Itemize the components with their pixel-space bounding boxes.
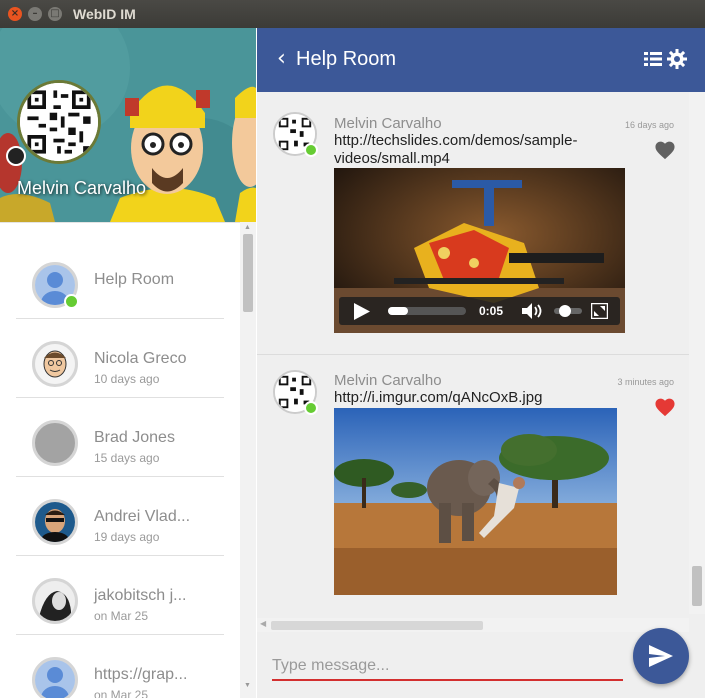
video-player[interactable]: 0:05: [334, 168, 625, 333]
sender-name: Melvin Carvalho: [334, 115, 442, 132]
contact-name: Andrei Vlad...: [94, 508, 191, 525]
profile-header: Melvin Carvalho: [0, 28, 256, 222]
scroll-up-arrow-icon[interactable]: ▲: [244, 224, 251, 231]
contact-avatar: [32, 420, 78, 466]
scroll-left-arrow-icon[interactable]: ◀: [260, 619, 266, 628]
online-indicator: [304, 401, 318, 415]
contact-item-jakobitsch[interactable]: jakobitsch j... on Mar 25: [16, 556, 224, 635]
send-button[interactable]: [633, 628, 689, 684]
nicola-photo: [35, 344, 75, 384]
horizontal-scrollbar[interactable]: ◀: [257, 618, 689, 632]
online-indicator: [64, 294, 79, 309]
window-titlebar: × – □ WebID IM: [0, 0, 705, 28]
qr-code-icon: [20, 83, 98, 161]
contact-time: 10 days ago: [94, 372, 160, 386]
video-progress-fill: [388, 307, 408, 315]
sender-name: Melvin Carvalho: [334, 372, 442, 389]
contact-time: 19 days ago: [94, 530, 160, 544]
fullscreen-icon[interactable]: [591, 303, 608, 319]
heart-icon[interactable]: [654, 397, 676, 417]
contact-avatar: [32, 657, 78, 698]
scrollbar-thumb[interactable]: [243, 234, 253, 312]
contact-name: jakobitsch j...: [94, 587, 187, 604]
contact-avatar: [32, 499, 78, 545]
play-icon[interactable]: [354, 303, 370, 320]
contact-item-help-room[interactable]: Help Room: [16, 240, 224, 319]
heart-icon[interactable]: [654, 140, 676, 160]
contact-time: on Mar 25: [94, 609, 149, 623]
scrollbar-thumb[interactable]: [692, 566, 702, 606]
message-composer: [257, 628, 705, 698]
close-window-button[interactable]: ×: [8, 7, 22, 21]
message-link[interactable]: http://techslides.com/demos/sample-video…: [334, 132, 604, 168]
message-image[interactable]: [334, 408, 617, 595]
scrollbar-thumb[interactable]: [271, 621, 483, 630]
contact-item-brad-jones[interactable]: Brad Jones 15 days ago: [16, 398, 224, 477]
contact-time: on Mar 25: [94, 688, 149, 698]
person-placeholder-icon: [35, 660, 75, 698]
message-list: Melvin Carvalho 16 days ago http://techs…: [257, 92, 689, 614]
contact-name: Brad Jones: [94, 429, 175, 446]
sidebar: Melvin Carvalho Help Room Nicola Greco 1…: [0, 28, 256, 698]
profile-status-indicator: [6, 146, 26, 166]
contact-avatar: [32, 578, 78, 624]
message-input[interactable]: [272, 653, 623, 681]
contact-list: Help Room Nicola Greco 10 days ago Brad …: [0, 222, 240, 698]
profile-qr-avatar[interactable]: [17, 80, 101, 164]
message-link[interactable]: http://i.imgur.com/qANcOxB.jpg: [334, 389, 604, 407]
contact-name: Help Room: [94, 271, 175, 288]
volume-icon[interactable]: [522, 303, 544, 319]
contact-list-scrollbar[interactable]: ▲ ▼: [240, 222, 256, 698]
profile-name: Melvin Carvalho: [17, 178, 147, 198]
minimize-window-button[interactable]: –: [28, 7, 42, 21]
contact-avatar: [32, 341, 78, 387]
maximize-window-button[interactable]: □: [48, 7, 62, 21]
send-icon: [649, 645, 673, 667]
gear-icon[interactable]: [667, 49, 687, 69]
volume-slider-knob[interactable]: [558, 305, 571, 317]
jakobitsch-photo: [35, 581, 75, 621]
list-icon[interactable]: [644, 51, 662, 67]
chat-panel: ‹ Help Room Melvin Carvalho 16 days ago …: [257, 28, 705, 698]
elephant-photo: [334, 408, 617, 595]
window-title: WebID IM: [73, 6, 136, 22]
online-indicator: [304, 143, 318, 157]
contact-name: https://grap...: [94, 666, 188, 683]
room-title: Help Room: [296, 48, 397, 70]
contact-time: 15 days ago: [94, 451, 160, 465]
message-list-scrollbar[interactable]: [689, 92, 705, 614]
contact-item-andrei-vlad[interactable]: Andrei Vlad... 19 days ago: [16, 477, 224, 556]
contact-name: Nicola Greco: [94, 350, 187, 367]
message-item: Melvin Carvalho 16 days ago http://techs…: [257, 92, 689, 354]
video-controls: 0:05: [339, 297, 620, 325]
contact-item-nicola-greco[interactable]: Nicola Greco 10 days ago: [16, 319, 224, 398]
message-time: 16 days ago: [624, 120, 674, 130]
video-progress-bar[interactable]: [388, 307, 466, 315]
contact-item-grap[interactable]: https://grap... on Mar 25: [16, 635, 224, 698]
video-time: 0:05: [479, 304, 504, 318]
message-time: 3 minutes ago: [617, 377, 674, 387]
chat-header: ‹ Help Room: [257, 28, 705, 92]
andrei-photo: [35, 502, 75, 542]
scroll-down-arrow-icon[interactable]: ▼: [244, 682, 251, 689]
back-chevron-icon[interactable]: ‹: [277, 46, 286, 71]
